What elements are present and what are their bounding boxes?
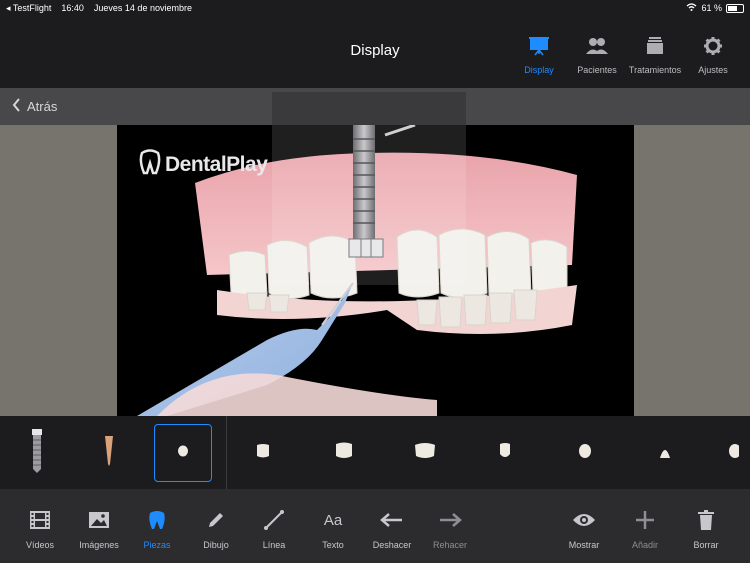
treatments-icon — [645, 34, 665, 58]
tab-pacientes-label: Pacientes — [577, 65, 617, 75]
text-label: Texto — [322, 540, 344, 550]
status-date: Jueves 14 de noviembre — [93, 3, 192, 13]
status-time: 16:40 — [61, 3, 84, 13]
plus-icon — [635, 509, 655, 531]
image-icon — [89, 509, 109, 531]
images-label: Imágenes — [79, 540, 119, 550]
tooth-partial-icon — [727, 443, 741, 464]
tab-display[interactable]: Display — [510, 34, 568, 75]
undo-button[interactable]: Deshacer — [360, 509, 424, 550]
add-label: Añadir — [631, 540, 658, 550]
pieces-label: Piezas — [143, 540, 171, 550]
piece-canine[interactable] — [476, 424, 534, 482]
film-icon — [30, 509, 50, 531]
battery-icon — [726, 3, 744, 13]
drag-handle-area — [272, 92, 466, 125]
molar-icon — [334, 442, 354, 465]
patients-icon — [585, 34, 609, 58]
line-button[interactable]: Línea — [242, 509, 306, 550]
wifi-icon — [686, 3, 697, 13]
pieces-strip — [0, 416, 750, 489]
gear-icon — [703, 34, 723, 58]
piece-molar[interactable] — [315, 424, 373, 482]
show-label: Mostrar — [568, 540, 600, 550]
line-icon — [263, 509, 285, 531]
tooth-logo-icon — [139, 149, 161, 180]
add-button[interactable]: Añadir — [613, 509, 677, 550]
chevron-left-icon — [12, 98, 21, 115]
piece-root[interactable] — [80, 424, 138, 482]
delete-button[interactable]: Borrar — [674, 509, 738, 550]
battery-percent: 61 % — [701, 3, 722, 13]
show-button[interactable]: Mostrar — [552, 509, 616, 550]
navigation-bar: Display Display Pacientes Tratamientos A… — [0, 16, 750, 88]
molar-wide-icon — [414, 442, 436, 465]
dental-animation-view[interactable]: DentalPlay — [117, 125, 634, 416]
piece-molar-wide[interactable] — [396, 424, 454, 482]
piece-tooth-partial[interactable] — [716, 424, 750, 482]
text-icon: Aa — [323, 511, 343, 529]
eye-icon — [572, 509, 596, 531]
pencil-icon — [206, 509, 226, 531]
draw-button[interactable]: Dibujo — [184, 509, 248, 550]
bottom-toolbar: Vídeos Imágenes Piezas Dibujo Línea Aa T… — [0, 489, 750, 563]
pieces-button[interactable]: Piezas — [125, 509, 189, 550]
display-stage: DentalPlay — [0, 125, 750, 416]
piece-incisor[interactable] — [556, 424, 614, 482]
canine-icon — [498, 442, 512, 465]
tab-pacientes[interactable]: Pacientes — [568, 34, 626, 75]
piece-small-tooth[interactable] — [154, 424, 212, 482]
trash-icon — [698, 509, 714, 531]
implant-icon — [30, 428, 44, 478]
incisor-icon — [578, 443, 592, 464]
line-label: Línea — [262, 540, 286, 550]
status-app-name: TestFlight — [12, 2, 52, 13]
tab-ajustes-label: Ajustes — [698, 65, 728, 75]
tab-tratamientos[interactable]: Tratamientos — [626, 34, 684, 75]
small-tooth-icon — [177, 444, 189, 462]
tab-tratamientos-label: Tratamientos — [628, 65, 682, 75]
nav-tabs: Display Pacientes Tratamientos Ajustes — [510, 34, 742, 75]
piece-premolar[interactable] — [234, 424, 292, 482]
status-bar: ◂ TestFlight 16:40 Jueves 14 de noviembr… — [0, 0, 750, 16]
sub-navigation-bar: Atrás — [0, 88, 750, 125]
videos-label: Vídeos — [25, 540, 55, 550]
text-button[interactable]: Aa Texto — [301, 509, 365, 551]
piece-implant[interactable] — [8, 424, 66, 482]
tooth-root-icon — [104, 435, 114, 471]
redo-label: Rehacer — [432, 540, 468, 550]
logo-text: DentalPlay — [165, 152, 268, 176]
premolar-icon — [255, 443, 271, 464]
dentalplay-logo: DentalPlay — [139, 149, 268, 180]
piece-central-incisor[interactable] — [636, 424, 694, 482]
tooth-icon — [148, 509, 166, 531]
back-to-app-link[interactable]: ◂ TestFlight — [6, 3, 51, 14]
strip-divider — [226, 416, 227, 489]
tab-ajustes[interactable]: Ajustes — [684, 34, 742, 75]
tab-display-label: Display — [524, 65, 554, 75]
videos-button[interactable]: Vídeos — [8, 509, 72, 550]
redo-button[interactable]: Rehacer — [418, 509, 482, 550]
back-button-label: Atrás — [27, 99, 58, 114]
presentation-icon — [528, 34, 550, 58]
undo-arrow-icon — [380, 509, 404, 531]
images-button[interactable]: Imágenes — [67, 509, 131, 550]
redo-arrow-icon — [438, 509, 462, 531]
draw-label: Dibujo — [203, 540, 229, 550]
undo-label: Deshacer — [372, 540, 412, 550]
central-incisor-icon — [658, 442, 672, 465]
delete-label: Borrar — [693, 540, 719, 550]
back-button[interactable]: Atrás — [12, 98, 57, 115]
